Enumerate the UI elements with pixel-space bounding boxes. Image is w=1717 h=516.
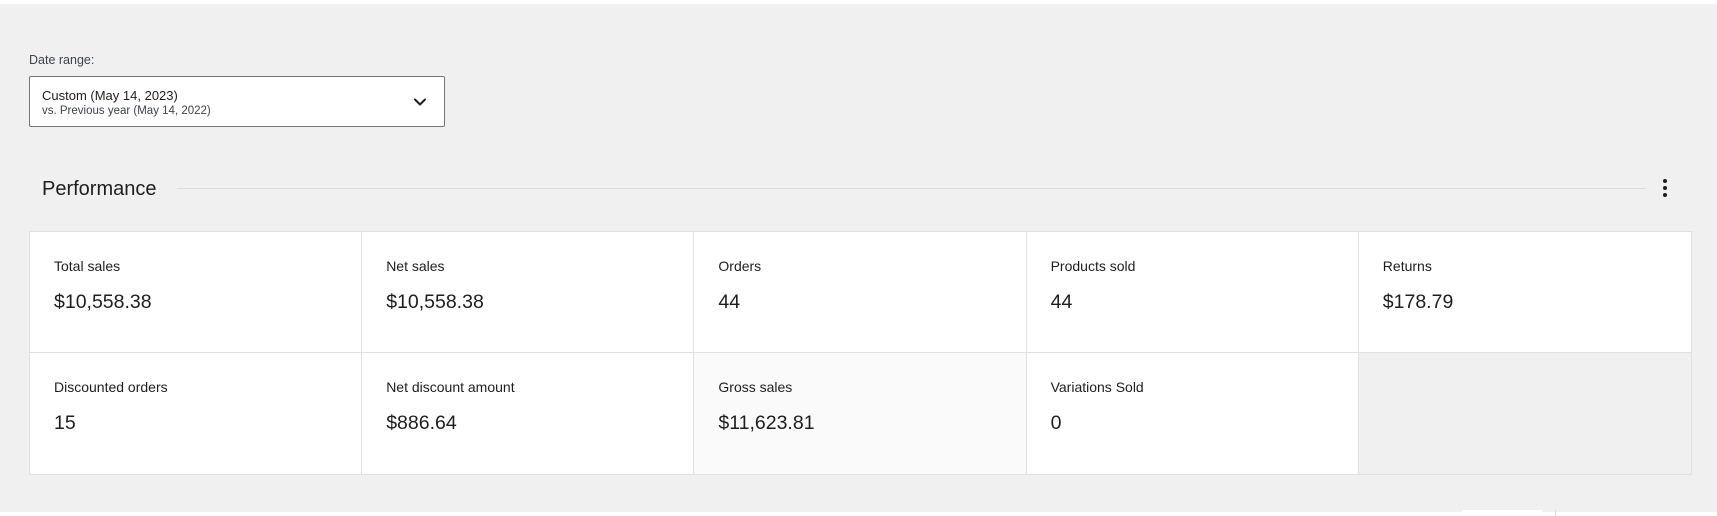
section-divider [177, 188, 1645, 189]
card-label: Total sales [54, 258, 121, 274]
card-value: 44 [718, 291, 741, 313]
date-range-dropdown[interactable]: Custom (May 14, 2023) vs. Previous year … [29, 76, 445, 127]
card-value: 15 [54, 412, 76, 434]
card-label: Discounted orders [54, 379, 168, 395]
card-value: $886.64 [386, 412, 457, 434]
partial-divider [1555, 510, 1556, 516]
card-value: $10,558.38 [386, 291, 484, 313]
card-label: Returns [1382, 258, 1432, 274]
summary-card-discounted-orders[interactable]: Discounted orders 15 [30, 353, 363, 474]
summary-card-returns[interactable]: Returns $178.79 [1358, 232, 1691, 353]
card-value: 44 [1050, 291, 1073, 313]
summary-card-variations-sold[interactable]: Variations Sold 0 [1026, 353, 1359, 474]
more-vertical-icon[interactable] [1653, 176, 1677, 200]
summary-card-empty [1358, 353, 1691, 474]
summary-card-gross-sales[interactable]: Gross sales $11,623.81 [694, 353, 1027, 474]
card-label: Gross sales [718, 379, 793, 395]
card-label: Products sold [1050, 258, 1136, 274]
card-value: $11,623.81 [718, 412, 815, 434]
summary-card-net-sales[interactable]: Net sales $10,558.38 [362, 232, 695, 353]
card-label: Orders [718, 258, 762, 274]
section-title: Performance [42, 178, 167, 201]
date-range-primary: Custom (May 14, 2023) [42, 88, 178, 103]
chevron-down-icon [414, 98, 426, 106]
summary-card-products-sold[interactable]: Products sold 44 [1026, 232, 1359, 353]
summary-card-total-sales[interactable]: Total sales $10,558.38 [30, 232, 363, 353]
card-label: Net sales [386, 258, 445, 274]
analytics-overview-page: Date range: Custom (May 14, 2023) vs. Pr… [0, 4, 1717, 516]
card-value: $10,558.38 [54, 291, 152, 313]
performance-summary-grid: Total sales $10,558.38 Net sales $10,558… [29, 231, 1692, 475]
summary-card-net-discount-amount[interactable]: Net discount amount $886.64 [362, 353, 695, 474]
date-range-comparison: vs. Previous year (May 14, 2022) [42, 105, 211, 117]
date-range-label: Date range: [29, 53, 95, 67]
partial-button[interactable] [1462, 510, 1542, 516]
card-value: $178.79 [1382, 291, 1454, 313]
card-value: 0 [1050, 412, 1062, 434]
performance-section-header: Performance [29, 174, 1691, 210]
summary-card-orders[interactable]: Orders 44 [694, 232, 1027, 353]
card-label: Net discount amount [386, 379, 515, 395]
card-label: Variations Sold [1050, 379, 1144, 395]
